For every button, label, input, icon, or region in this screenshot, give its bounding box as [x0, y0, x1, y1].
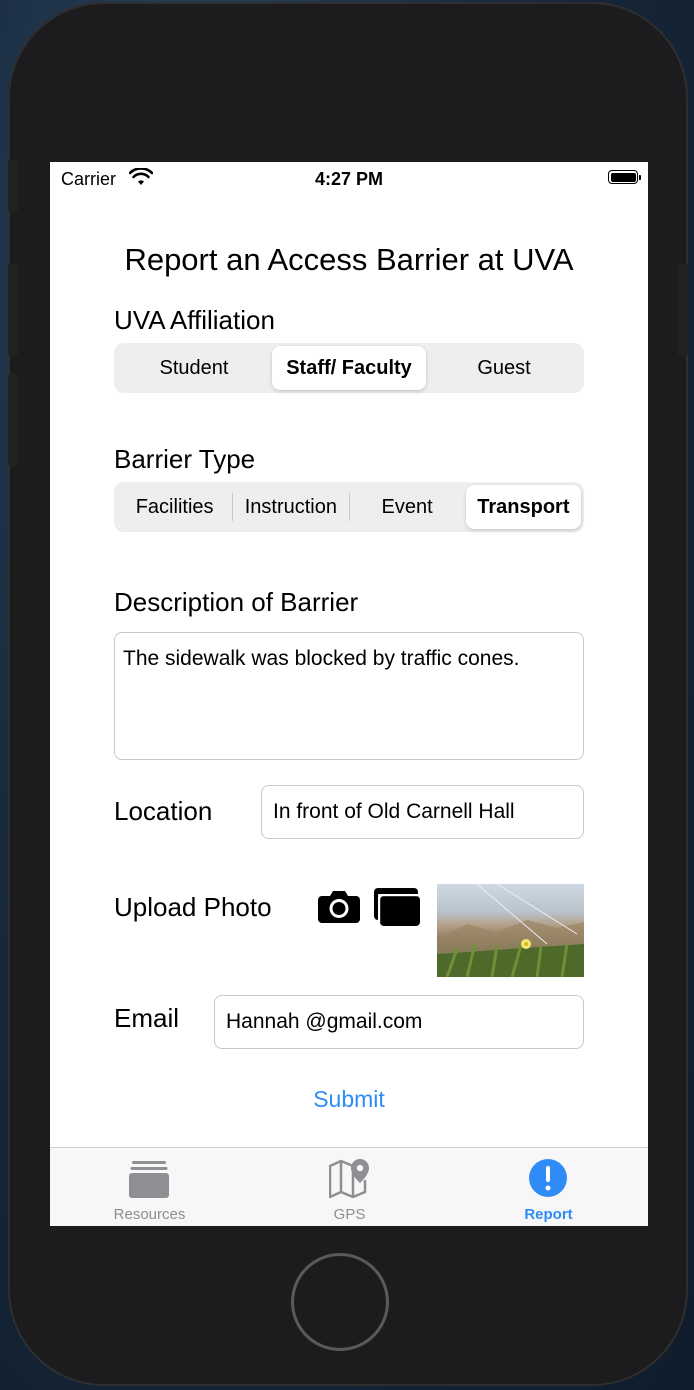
tab-resources[interactable]: Resources [50, 1148, 249, 1226]
page-title: Report an Access Barrier at UVA [124, 242, 574, 277]
tab-bar: Resources GPS Report [50, 1147, 648, 1226]
submit-button[interactable]: Submit [50, 1086, 648, 1113]
map-pin-icon [329, 1159, 369, 1198]
location-label: Location [114, 796, 213, 826]
camera-icon[interactable] [318, 889, 360, 928]
uploaded-photo-thumbnail[interactable] [437, 884, 584, 977]
barrier-option-transport[interactable]: Transport [465, 485, 581, 529]
barrier-type-segmented-control: Facilities Instruction Event Transport [114, 482, 584, 532]
tab-gps[interactable]: GPS [250, 1148, 449, 1226]
tab-gps-label: GPS [333, 1206, 366, 1223]
home-button[interactable] [291, 1253, 389, 1351]
affiliation-option-guest[interactable]: Guest [427, 346, 581, 390]
battery-icon [608, 170, 641, 184]
barrier-option-instruction[interactable]: Instruction [233, 485, 348, 529]
barrier-option-facilities[interactable]: Facilities [117, 485, 232, 529]
app-screen: Carrier 4:27 PM Report an Access Barrier… [50, 162, 648, 1226]
power-button [678, 264, 688, 356]
stack-icon [129, 1161, 169, 1198]
barrier-type-label: Barrier Type [114, 444, 256, 474]
location-field[interactable]: In front of Old Carnell Hall [261, 785, 584, 839]
volume-down-button [8, 374, 18, 466]
description-label: Description of Barrier [114, 587, 359, 617]
affiliation-label: UVA Affiliation [114, 305, 275, 335]
affiliation-option-staff-faculty[interactable]: Staff/ Faculty [272, 346, 426, 390]
tab-report-label: Report [524, 1206, 573, 1223]
tab-report[interactable]: Report [449, 1148, 648, 1226]
status-bar: Carrier 4:27 PM [50, 162, 648, 196]
mute-switch [8, 160, 18, 212]
affiliation-option-student[interactable]: Student [117, 346, 271, 390]
barrier-option-event[interactable]: Event [350, 485, 465, 529]
volume-up-button [8, 264, 18, 356]
exclamation-circle-icon [529, 1159, 567, 1197]
email-label: Email [114, 1003, 180, 1033]
description-textarea[interactable]: The sidewalk was blocked by traffic cone… [114, 632, 584, 760]
upload-photo-label: Upload Photo [114, 892, 272, 922]
status-time: 4:27 PM [314, 169, 384, 189]
photo-library-icon[interactable] [374, 888, 422, 931]
tab-resources-label: Resources [113, 1206, 186, 1223]
affiliation-segmented-control: Student Staff/ Faculty Guest [114, 343, 584, 393]
email-field[interactable]: Hannah @gmail.com [214, 995, 584, 1049]
